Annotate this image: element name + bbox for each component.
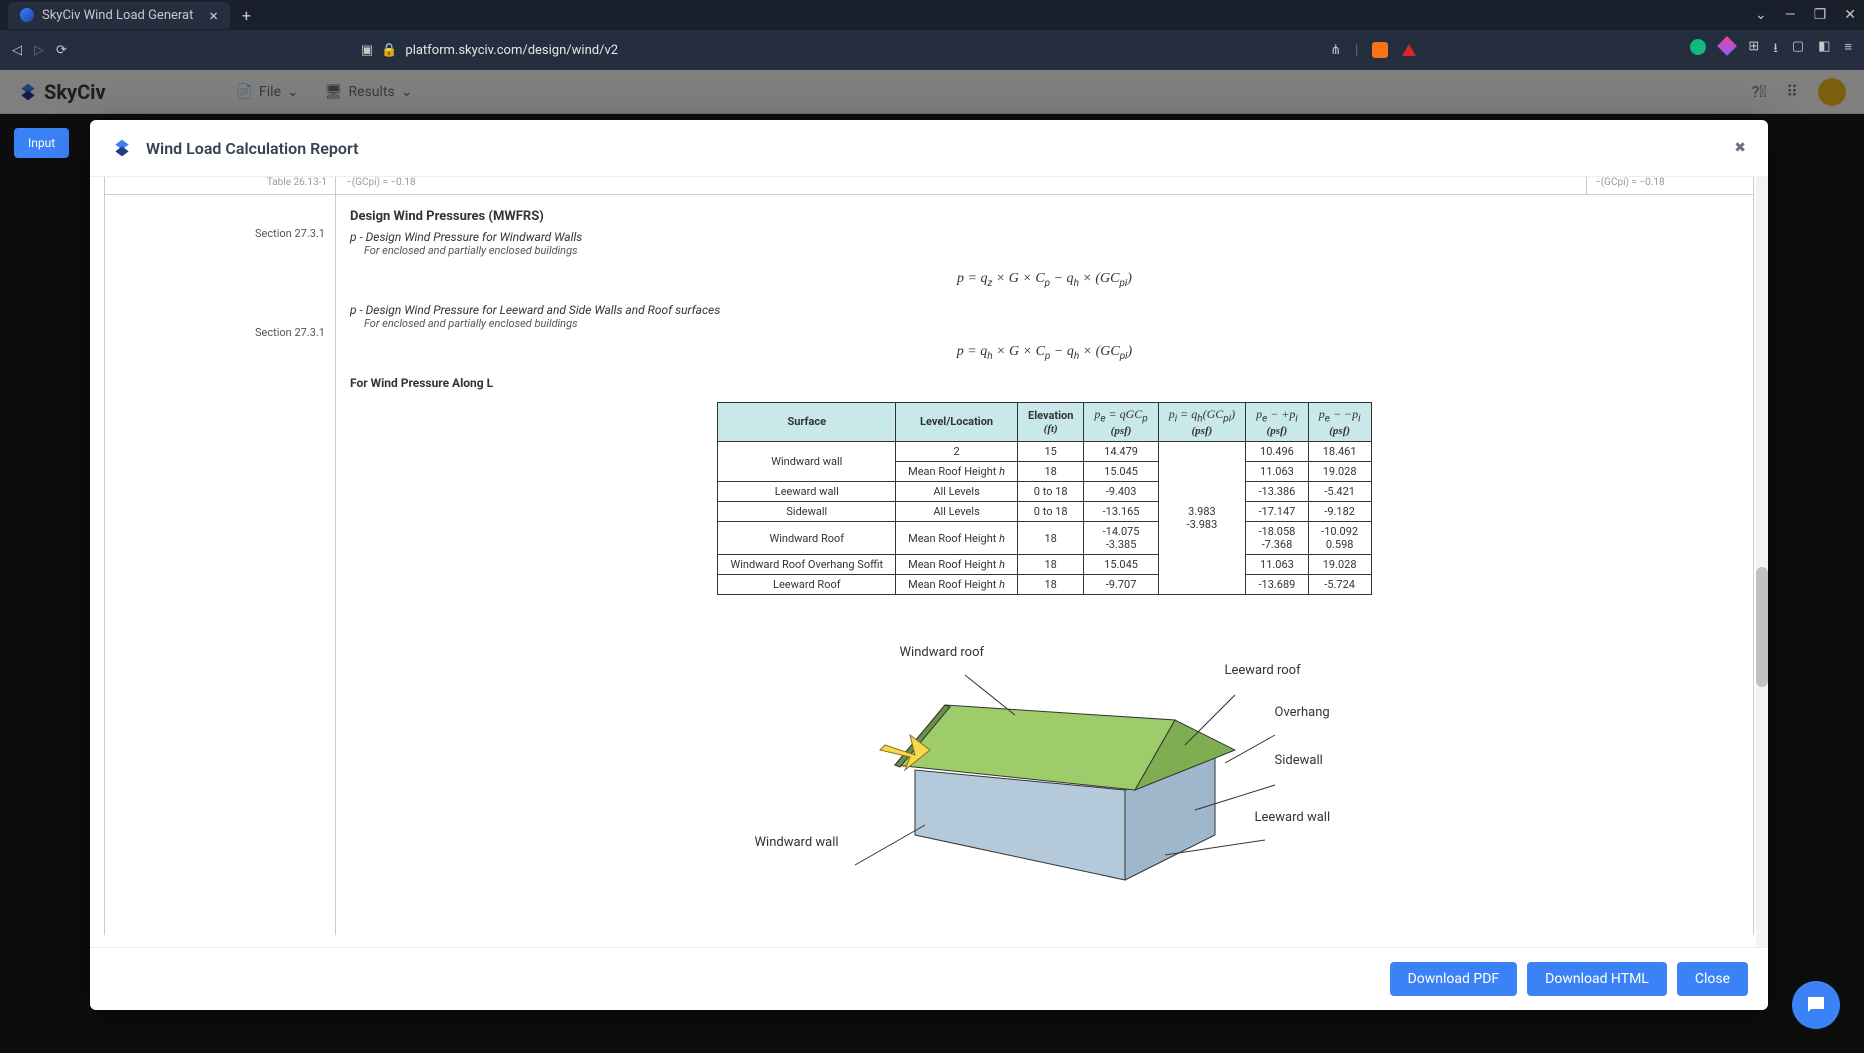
table-row: Windward Roof Mean Roof Height h 18 -14.…	[718, 521, 1371, 554]
lock-icon: 🔒	[381, 43, 397, 58]
th-surface: Surface	[718, 402, 896, 441]
modal-header: Wind Load Calculation Report ✖	[90, 120, 1768, 177]
extensions-menu-icon[interactable]: ⊞	[1748, 39, 1759, 61]
close-tab-icon[interactable]: ×	[209, 6, 218, 25]
browser-nav-bar: ◁ ▷ ⟳ ▣ 🔒 platform.skyciv.com/design/win…	[0, 30, 1864, 70]
formula-2: p = qh × G × Cp − qh × (GCpi)	[350, 344, 1739, 362]
th-pe-plus: pe − +pi(psf)	[1246, 402, 1309, 441]
pressure-along-L-heading: For Wind Pressure Along L	[350, 376, 1739, 390]
table-row: Windward wall 2 15 14.479 3.983-3.983 10…	[718, 441, 1371, 461]
nav-back-icon[interactable]: ◁	[12, 43, 22, 58]
tab-favicon	[20, 8, 34, 22]
input-tab-button[interactable]: Input	[14, 128, 69, 158]
sidebar-icon[interactable]: ◧	[1818, 39, 1830, 61]
label-windward-roof: Windward roof	[900, 645, 985, 660]
label-leeward-roof: Leeward roof	[1225, 663, 1301, 678]
th-pe: pe = qGCp(psf)	[1084, 402, 1158, 441]
open-tab-icon[interactable]: ▢	[1792, 39, 1804, 61]
section-ref: Section 27.3.1	[105, 322, 335, 343]
report-fragment-top: Table 26.13-1 −(GCpi) = −0.18 −(GCpi) = …	[104, 177, 1754, 195]
modal-close-icon[interactable]: ✖	[1734, 140, 1746, 156]
formula-1: p = qz × G × Cp − qh × (GCpi)	[350, 271, 1739, 289]
browser-tab-bar: SkyCiv Wind Load Generat × + ⌄ — ❐ ✕	[0, 0, 1864, 30]
menu-icon[interactable]: ≡	[1844, 39, 1852, 61]
download-pdf-button[interactable]: Download PDF	[1390, 962, 1518, 996]
modal-title: Wind Load Calculation Report	[146, 139, 359, 158]
pressure-table: Surface Level/Location Elevation(ft) pe …	[717, 402, 1371, 596]
table-row: Leeward Roof Mean Roof Height h 18 -9.70…	[718, 575, 1371, 595]
report-content: Design Wind Pressures (MWFRS) p - Design…	[336, 195, 1754, 935]
report-modal: Wind Load Calculation Report ✖ Table 26.…	[90, 120, 1768, 1010]
url-text[interactable]: platform.skyciv.com/design/wind/v2	[405, 43, 618, 58]
label-overhang: Overhang	[1275, 705, 1330, 720]
nav-forward-icon[interactable]: ▷	[34, 43, 44, 58]
pi-merged-cell: 3.983-3.983	[1158, 441, 1245, 594]
intercom-chat-button[interactable]	[1792, 981, 1840, 1029]
reload-icon[interactable]: ⟳	[56, 43, 67, 58]
close-button[interactable]: Close	[1677, 962, 1748, 996]
modal-footer: Download PDF Download HTML Close	[90, 947, 1768, 1010]
table-row: Windward Roof Overhang Soffit Mean Roof …	[718, 555, 1371, 575]
section-ref: Section 27.3.1	[105, 223, 335, 244]
window-close-icon[interactable]: ✕	[1844, 7, 1856, 23]
sec1-title: p - Design Wind Pressure for Windward Wa…	[350, 230, 582, 244]
th-pe-minus: pe − −pi(psf)	[1308, 402, 1371, 441]
brave-shield-icon[interactable]	[1372, 42, 1388, 58]
download-html-button[interactable]: Download HTML	[1527, 962, 1667, 996]
new-tab-icon[interactable]: +	[242, 6, 251, 25]
mwfrs-heading: Design Wind Pressures (MWFRS)	[350, 209, 1739, 224]
table-row: Leeward wall All Levels 0 to 18 -9.403 -…	[718, 481, 1371, 501]
scrollbar-track[interactable]	[1756, 177, 1768, 947]
bookmark-icon[interactable]: ▣	[361, 43, 373, 58]
grammarly-icon[interactable]	[1690, 39, 1706, 55]
label-windward-wall: Windward wall	[755, 835, 839, 850]
maximize-icon[interactable]: ❐	[1814, 7, 1827, 23]
sec2-note: For enclosed and partially enclosed buil…	[364, 317, 1739, 330]
extension-icon[interactable]	[1717, 36, 1737, 56]
building-diagram: Windward roof Leeward roof Overhang Side…	[745, 635, 1345, 895]
minimize-icon[interactable]: —	[1785, 7, 1796, 23]
table-row: Sidewall All Levels 0 to 18 -13.165 -17.…	[718, 501, 1371, 521]
scrollbar-thumb[interactable]	[1756, 567, 1768, 687]
skyciv-logo-icon	[112, 138, 132, 158]
label-sidewall: Sidewall	[1275, 753, 1323, 768]
chevron-down-icon[interactable]: ⌄	[1755, 7, 1767, 23]
modal-body[interactable]: Table 26.13-1 −(GCpi) = −0.18 −(GCpi) = …	[90, 177, 1768, 947]
chat-icon	[1804, 993, 1828, 1017]
download-icon[interactable]: ⭳	[1773, 39, 1778, 61]
reference-column: Section 27.3.1 Section 27.3.1	[104, 195, 336, 935]
share-icon[interactable]: ⋔	[1330, 43, 1341, 58]
sec1-note: For enclosed and partially enclosed buil…	[364, 244, 1739, 257]
browser-tab[interactable]: SkyCiv Wind Load Generat ×	[8, 2, 230, 29]
tab-title: SkyCiv Wind Load Generat	[42, 8, 193, 23]
th-pi: pi = qh(GCpi)(psf)	[1158, 402, 1245, 441]
label-leeward-wall: Leeward wall	[1255, 810, 1331, 825]
th-level: Level/Location	[896, 402, 1018, 441]
sec2-title: p - Design Wind Pressure for Leeward and…	[350, 303, 720, 317]
warning-icon[interactable]	[1402, 44, 1416, 56]
th-elevation: Elevation(ft)	[1018, 402, 1084, 441]
